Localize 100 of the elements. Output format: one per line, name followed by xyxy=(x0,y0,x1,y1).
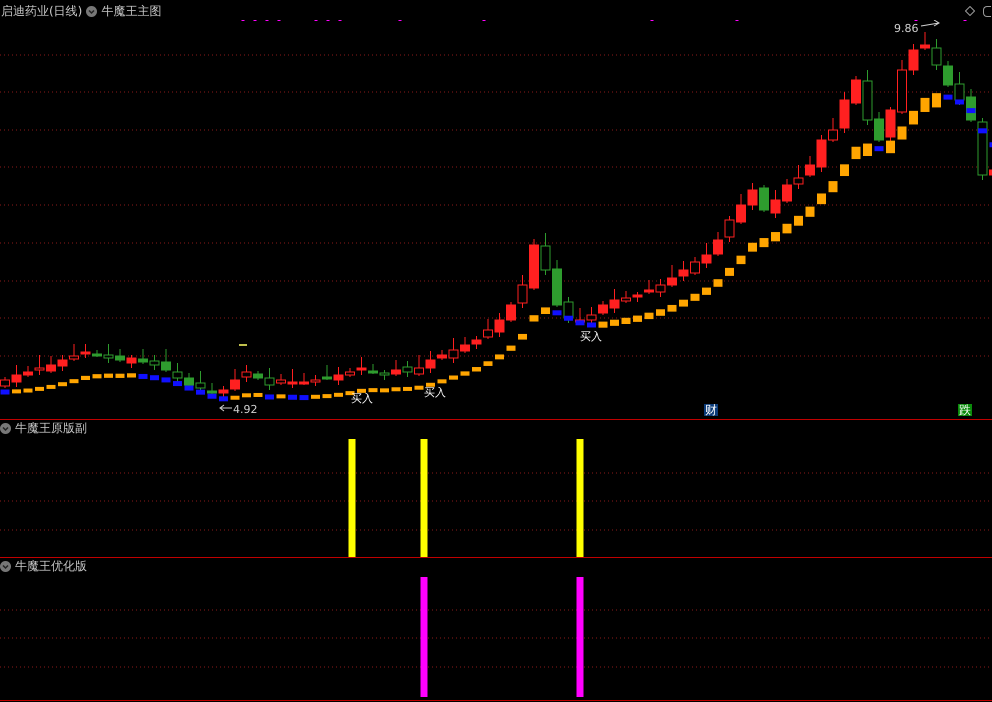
support-bar xyxy=(782,224,792,234)
candlestick-icon xyxy=(264,368,274,390)
candlestick-icon xyxy=(494,312,504,338)
support-bar xyxy=(690,294,700,301)
candlestick-icon xyxy=(724,216,734,242)
support-bar xyxy=(438,379,446,384)
support-bar xyxy=(58,382,67,386)
candlestick-icon xyxy=(368,364,378,374)
candlestick-icon xyxy=(356,356,366,376)
support-bar xyxy=(898,126,906,140)
support-bar xyxy=(357,388,366,393)
support-bar xyxy=(24,388,32,393)
collapse-chevron-icon[interactable] xyxy=(86,6,98,16)
support-bar xyxy=(679,300,688,307)
support-bar xyxy=(518,334,527,340)
support-bar xyxy=(932,93,941,108)
support-bar xyxy=(576,320,584,326)
candlestick-icon xyxy=(34,354,44,376)
indicator-title: 牛魔王主图 xyxy=(101,5,162,17)
support-bar xyxy=(748,242,757,252)
support-bar xyxy=(116,374,124,378)
candlestick-icon xyxy=(161,348,171,372)
high-price-label: 9.86 xyxy=(894,22,918,35)
support-bar xyxy=(265,394,274,400)
candlestick-icon xyxy=(702,242,712,268)
toggle-icon[interactable] xyxy=(983,6,991,16)
candlestick-icon xyxy=(667,264,677,288)
event-badge: 财 xyxy=(704,404,718,416)
candlestick-icon xyxy=(391,360,401,376)
candlestick-icon xyxy=(80,344,90,358)
candlestick-icon xyxy=(253,370,263,380)
support-bar xyxy=(184,386,194,391)
support-bar xyxy=(506,346,516,351)
candlestick-icon xyxy=(943,60,953,88)
candlestick-icon xyxy=(816,134,826,172)
candlestick-icon xyxy=(805,156,815,178)
candlestick-icon xyxy=(207,382,217,394)
support-bar xyxy=(46,384,56,389)
candlestick-icon xyxy=(782,178,792,204)
candlestick-icon xyxy=(610,288,620,314)
support-bar xyxy=(403,386,412,391)
support-bar xyxy=(138,374,148,379)
candlestick-icon xyxy=(886,106,896,142)
candlestick-icon xyxy=(310,374,320,386)
support-bar xyxy=(874,146,884,152)
candlestick-icon xyxy=(380,370,390,380)
support-bar xyxy=(541,307,550,314)
candlestick-icon xyxy=(954,72,964,106)
support-bar xyxy=(817,193,826,204)
candlestick-icon xyxy=(322,364,332,380)
candlestick-icon xyxy=(46,356,56,374)
candlestick-icon xyxy=(448,338,458,364)
support-bar xyxy=(852,146,860,160)
support-bar xyxy=(449,376,458,380)
support-bar xyxy=(300,395,308,400)
candlestick-icon xyxy=(678,260,688,282)
support-bar xyxy=(196,390,205,395)
candlestick-icon xyxy=(897,60,907,114)
candlestick-icon xyxy=(932,38,942,70)
support-bar xyxy=(162,377,170,382)
candlestick-icon xyxy=(632,292,642,302)
support-bar xyxy=(0,390,10,394)
support-bar xyxy=(736,256,746,264)
pointer-arrow-icon xyxy=(219,404,232,412)
candlestick-icon xyxy=(460,336,470,354)
support-bar xyxy=(92,374,102,378)
event-badge: 跌 xyxy=(958,404,972,416)
candlestick-icon xyxy=(345,368,355,378)
support-bar xyxy=(656,309,665,316)
support-bar xyxy=(12,389,21,394)
support-bar xyxy=(173,381,182,386)
support-bar xyxy=(633,316,642,322)
candlestick-icon xyxy=(920,32,930,50)
support-bar xyxy=(668,304,676,312)
support-bar xyxy=(794,216,803,226)
support-bar xyxy=(230,396,240,400)
support-bar xyxy=(587,322,596,328)
support-bar xyxy=(368,388,378,392)
support-bar xyxy=(909,110,918,124)
candlestick-icon xyxy=(874,112,884,142)
candlestick-icon xyxy=(402,360,412,378)
support-bar xyxy=(840,164,849,176)
candlestick-icon xyxy=(12,364,22,388)
support-bar xyxy=(725,268,734,276)
collapse-chevron-icon[interactable] xyxy=(0,560,11,572)
support-bar xyxy=(806,206,814,217)
diamond-icon[interactable] xyxy=(965,6,975,16)
support-bar xyxy=(104,374,113,378)
indicator-title: 牛魔王原版副 xyxy=(15,422,87,434)
candlestick-icon xyxy=(794,164,804,190)
support-bar xyxy=(978,128,987,134)
support-bar xyxy=(254,392,262,397)
candlestick-icon xyxy=(115,348,125,362)
candlestick-icon xyxy=(92,350,102,358)
candlestick-icon xyxy=(656,278,666,298)
collapse-chevron-icon[interactable] xyxy=(0,422,11,434)
support-bar xyxy=(70,379,78,384)
marker-dash xyxy=(239,344,247,346)
pointer-arrow-icon xyxy=(920,20,940,26)
candlestick-icon xyxy=(759,184,769,212)
